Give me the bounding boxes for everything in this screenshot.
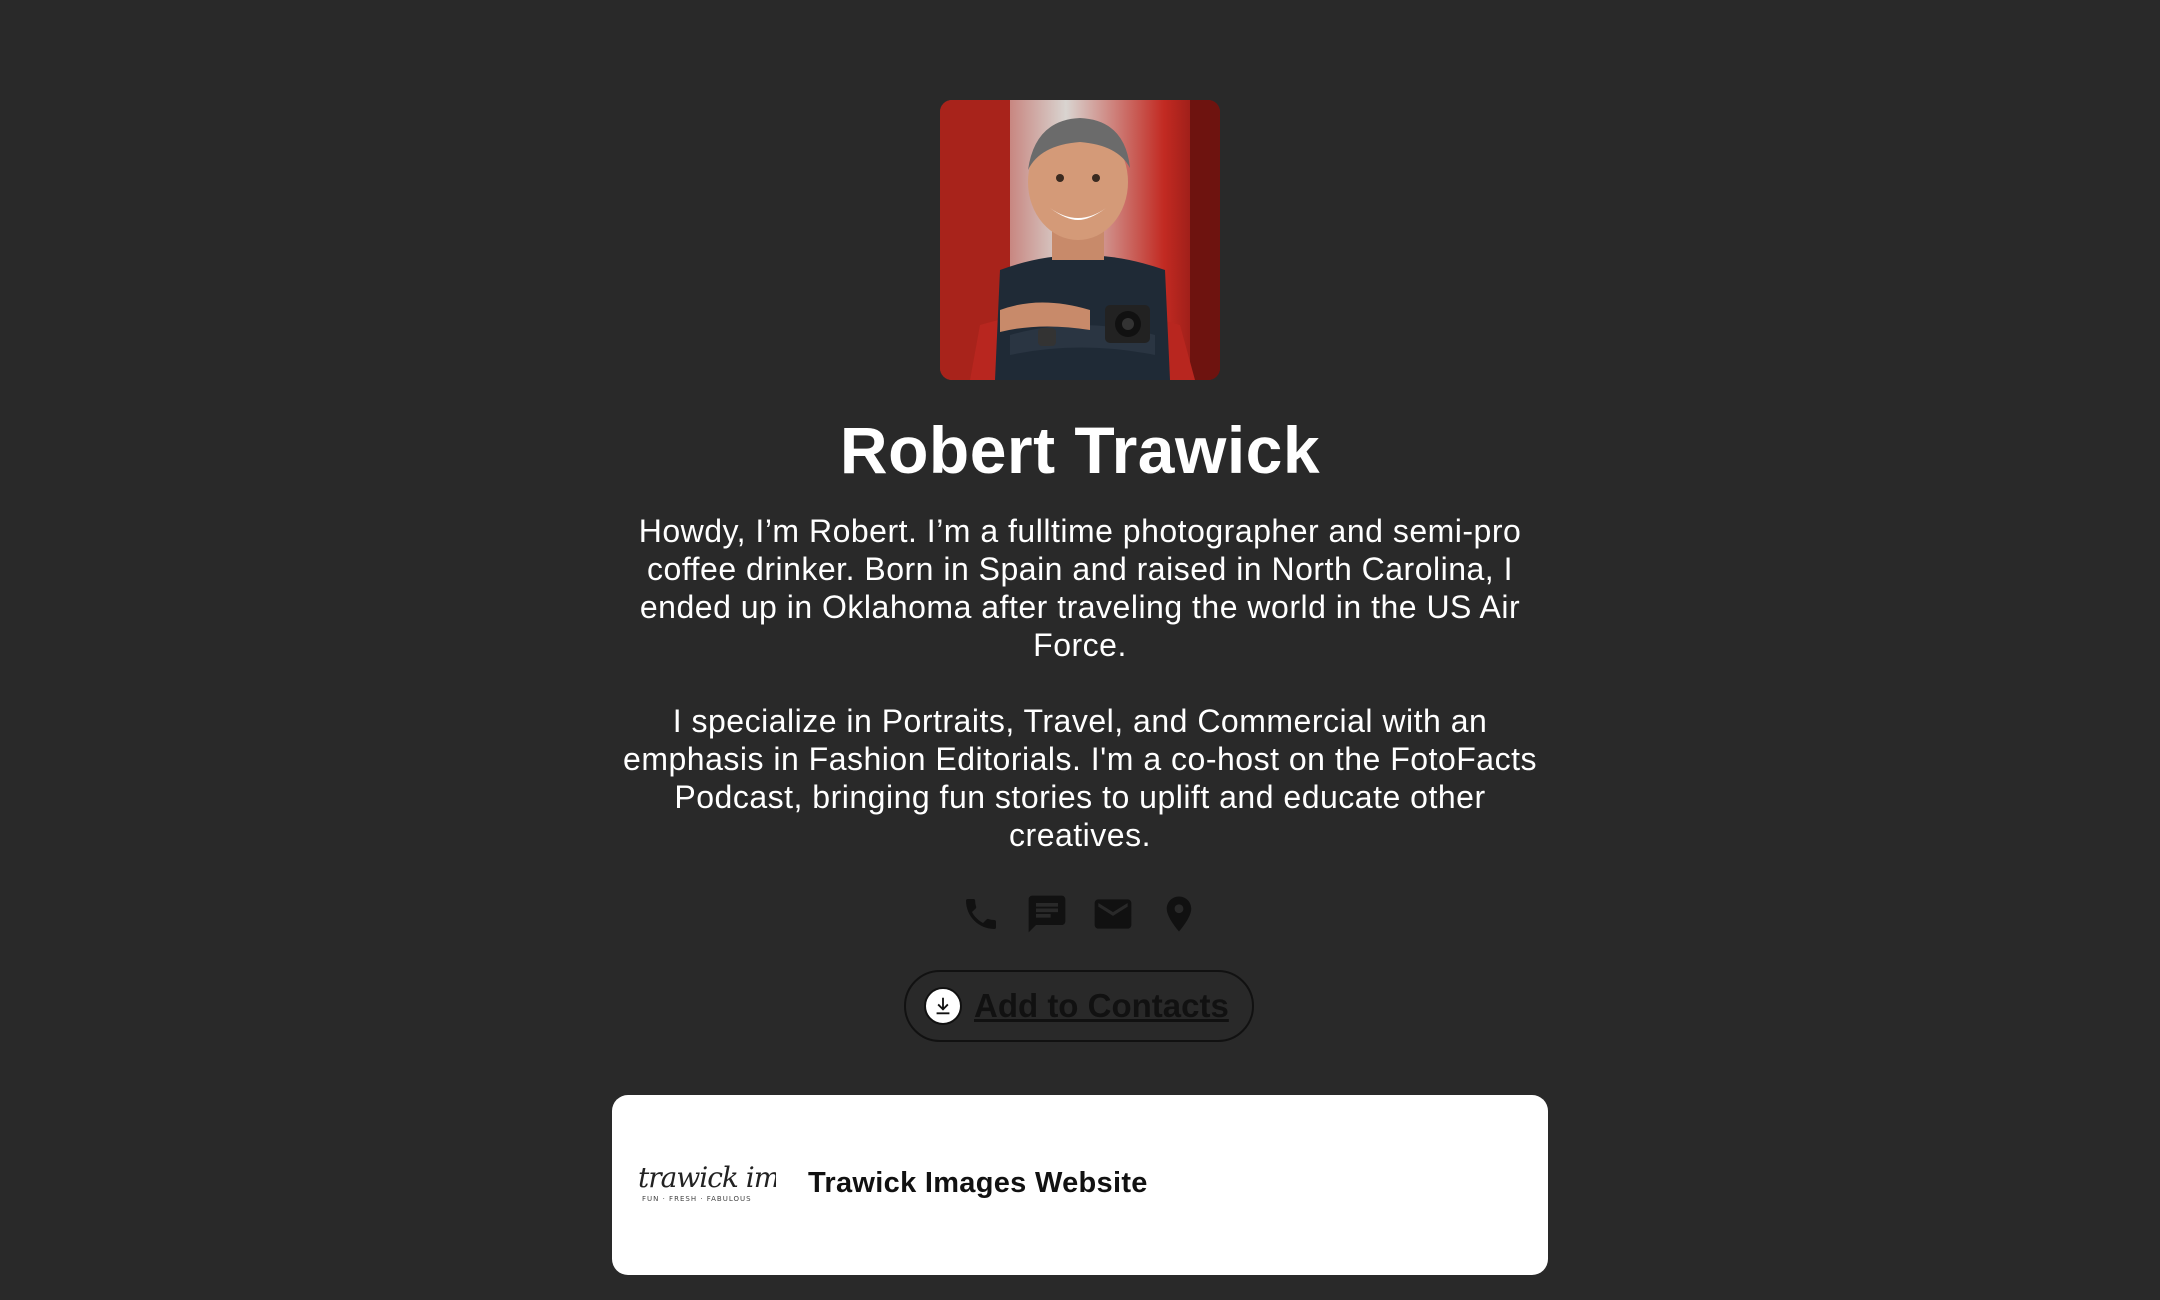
download-icon xyxy=(924,987,962,1025)
location-icon[interactable] xyxy=(1156,891,1202,937)
contact-icons xyxy=(958,888,1202,940)
trawick-images-logo: trawick images FUN · FRESH · FABULOUS xyxy=(636,1155,842,1215)
logo-text: trawick images xyxy=(638,1161,776,1194)
add-to-contacts-button[interactable]: Add to Contacts xyxy=(904,970,1254,1042)
profile-page: Robert Trawick Howdy, I’m Robert. I’m a … xyxy=(0,0,2160,1300)
phone-icon[interactable] xyxy=(958,891,1004,937)
link-card-trawick-images[interactable]: trawick images FUN · FRESH · FABULOUS Tr… xyxy=(612,1095,1548,1275)
bio-paragraph: I specialize in Portraits, Travel, and C… xyxy=(623,703,1537,853)
avatar xyxy=(940,100,1220,380)
bio-paragraph: Howdy, I’m Robert. I’m a fulltime photog… xyxy=(638,513,1522,663)
message-icon[interactable] xyxy=(1024,891,1070,937)
profile-name: Robert Trawick xyxy=(839,413,1321,487)
link-title: Trawick Images Website xyxy=(808,1167,1148,1199)
email-icon[interactable] xyxy=(1090,891,1136,937)
profile-bio: Howdy, I’m Robert. I’m a fulltime photog… xyxy=(610,512,1550,854)
logo-tagline: FUN · FRESH · FABULOUS xyxy=(642,1195,752,1203)
add-to-contacts-label: Add to Contacts xyxy=(974,987,1229,1024)
